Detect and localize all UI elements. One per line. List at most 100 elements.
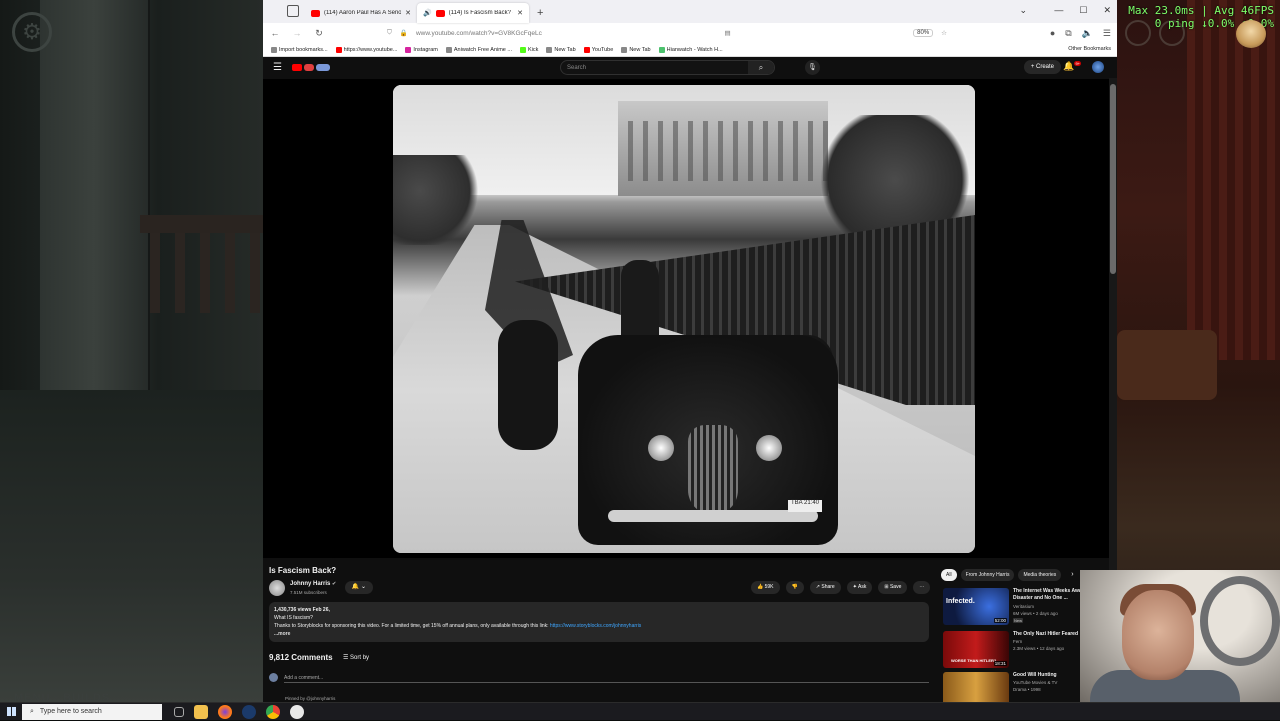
- subscribed-bell-button[interactable]: 🔔 ⌄: [345, 581, 373, 594]
- maximize-button[interactable]: ☐: [1079, 5, 1087, 16]
- sponsor-link[interactable]: https://www.storyblocks.com/johnnyharris: [550, 623, 641, 629]
- lock-icon[interactable]: 🔒: [400, 29, 408, 37]
- speaker-icon[interactable]: 🔊: [423, 9, 432, 17]
- more-actions-icon[interactable]: ⋯: [913, 581, 931, 594]
- ask-button[interactable]: ✦ Ask: [846, 581, 873, 594]
- bookmark-label[interactable]: Instagram: [413, 47, 437, 53]
- steam-icon[interactable]: [242, 704, 256, 719]
- video-player[interactable]: TBA 21:40: [263, 79, 1109, 558]
- bookmark-label[interactable]: New Tab: [629, 47, 650, 53]
- recommendation-channel[interactable]: Fern: [1013, 638, 1064, 645]
- show-more-link[interactable]: ...more: [274, 630, 924, 638]
- chevron-down-icon[interactable]: ⌄: [1019, 5, 1027, 16]
- other-bookmarks-folder[interactable]: Other Bookmarks: [1068, 46, 1111, 52]
- taskbar-search-placeholder[interactable]: Type here to search: [40, 708, 102, 715]
- tab-list-icon[interactable]: [287, 5, 299, 17]
- windows-start-icon[interactable]: [0, 703, 22, 721]
- bookmark-item[interactable]: Import bookmarks...: [271, 46, 328, 53]
- bookmark-label[interactable]: New Tab: [554, 47, 575, 53]
- create-button[interactable]: + Create: [1023, 60, 1061, 74]
- extensions-icon[interactable]: ⧉: [1065, 28, 1071, 39]
- recommendation-item[interactable]: Infected. 52:00 The Internet Was Weeks A…: [943, 588, 1107, 626]
- back-icon[interactable]: ←: [269, 28, 281, 38]
- video-motorcycle: [498, 320, 558, 450]
- description-box[interactable]: 1,430,736 views Feb 26, What IS fascism?…: [269, 602, 929, 642]
- recommendation-channel[interactable]: Veritasium: [1013, 603, 1058, 610]
- bookmark-label[interactable]: Kick: [528, 47, 538, 53]
- tab-is-fascism-back[interactable]: 🔊 (114) Is Fascism Back? - Yo ✕: [417, 3, 529, 23]
- recommendation-item[interactable]: WORSE THAN HITLER? 18:31 The Only Nazi H…: [943, 631, 1103, 669]
- tab-aaron-paul[interactable]: (114) Aaron Paul Has A Serious Yo ✕: [305, 3, 417, 23]
- bookmark-item[interactable]: Kick: [519, 46, 538, 53]
- channel-avatar[interactable]: [269, 580, 285, 596]
- audio-icon[interactable]: 🔈: [1082, 28, 1093, 39]
- reload-icon[interactable]: ↻: [313, 28, 325, 39]
- chip-from-channel[interactable]: From Johnny Harris: [960, 569, 1015, 581]
- shield-icon[interactable]: ⛉: [387, 29, 392, 37]
- bookmark-label[interactable]: Import bookmarks...: [279, 47, 328, 53]
- webcam-person-face: [1122, 590, 1194, 680]
- hamburger-menu-icon[interactable]: ☰: [273, 62, 282, 73]
- minimize-button[interactable]: —: [1054, 5, 1063, 16]
- add-comment-placeholder[interactable]: Add a comment...: [284, 675, 323, 681]
- reader-icon[interactable]: ▤: [724, 29, 730, 37]
- chip-media-theories[interactable]: Media theories: [1018, 569, 1062, 581]
- bookmark-favicon-icon: [583, 46, 590, 53]
- dislike-button[interactable]: 👎: [785, 581, 804, 594]
- address-bar[interactable]: ⛉ 🔒 www.youtube.com/watch?v=GV8KGcFqeLc …: [387, 26, 947, 41]
- bookmark-label[interactable]: YouTube: [592, 47, 614, 53]
- bookmark-label[interactable]: Hianwatch - Watch H...: [667, 47, 723, 53]
- youtube-logo[interactable]: [291, 63, 330, 71]
- recommendation-meta: Fern 2.3M views • 12 days ago: [1013, 638, 1064, 652]
- channel-name[interactable]: Johnny Harris ✔: [290, 581, 336, 587]
- account-avatar[interactable]: [1092, 61, 1104, 73]
- sort-by-button[interactable]: ☰ Sort by: [343, 654, 369, 661]
- obs-icon[interactable]: [290, 704, 304, 719]
- taskbar-apps: [174, 704, 304, 719]
- file-explorer-icon[interactable]: [194, 704, 208, 719]
- bookmark-label[interactable]: https://www.youtube...: [344, 47, 398, 53]
- search-input[interactable]: Search ⌕: [560, 60, 775, 75]
- like-button[interactable]: 👍 59K: [751, 581, 780, 594]
- notifications-bell-icon[interactable]: 🔔9+: [1063, 61, 1081, 72]
- app-menu-icon[interactable]: ☰: [1103, 28, 1111, 39]
- recommendation-thumbnail[interactable]: Infected. 52:00: [943, 588, 1009, 625]
- bookmark-favicon-icon: [658, 46, 665, 53]
- ublock-icon[interactable]: ●: [1050, 28, 1055, 39]
- microphone-icon[interactable]: 🎙: [805, 60, 820, 75]
- bookmark-item[interactable]: New Tab: [546, 46, 576, 53]
- zoom-level[interactable]: 80%: [913, 29, 934, 37]
- video-frame[interactable]: TBA 21:40: [393, 85, 975, 553]
- close-icon[interactable]: ✕: [517, 9, 523, 17]
- bookmark-item[interactable]: New Tab: [621, 46, 651, 53]
- recommendation-channel[interactable]: YouTube Movies & TV: [1013, 679, 1057, 686]
- forward-icon[interactable]: →: [291, 28, 303, 38]
- bookmark-label[interactable]: Aniwatch Free Anime ...: [454, 47, 512, 53]
- share-button[interactable]: ↗ Share: [809, 581, 841, 594]
- verified-icon: ✔: [332, 581, 337, 587]
- channel-name-text[interactable]: Johnny Harris: [290, 581, 330, 587]
- recommendation-thumbnail[interactable]: WORSE THAN HITLER? 18:31: [943, 631, 1009, 668]
- taskbar-search[interactable]: ⌕ Type here to search: [22, 703, 162, 720]
- add-comment-field[interactable]: Add a comment...: [269, 673, 929, 683]
- bookmark-item[interactable]: Aniwatch Free Anime ...: [445, 46, 512, 53]
- bookmark-item[interactable]: Instagram: [405, 46, 438, 53]
- close-icon[interactable]: ✕: [405, 9, 411, 17]
- bookmark-item[interactable]: Hianwatch - Watch H...: [658, 46, 723, 53]
- firefox-icon[interactable]: [218, 704, 232, 719]
- baluster: [150, 233, 160, 313]
- chrome-icon[interactable]: [266, 704, 280, 719]
- like-count: 59K: [764, 584, 774, 590]
- star-icon[interactable]: ☆: [941, 29, 947, 37]
- task-view-icon[interactable]: [174, 706, 184, 717]
- scrollbar-thumb[interactable]: [1110, 84, 1116, 274]
- new-tab-button[interactable]: +: [537, 7, 543, 23]
- bookmark-item[interactable]: YouTube: [583, 46, 614, 53]
- save-button[interactable]: ⊞ Save: [878, 581, 908, 594]
- chip-all[interactable]: All: [941, 569, 957, 581]
- bookmark-item[interactable]: https://www.youtube...: [335, 46, 398, 53]
- url-text[interactable]: www.youtube.com/watch?v=GV8KGcFqeLc: [416, 30, 542, 37]
- chevron-right-icon[interactable]: ›: [1071, 569, 1073, 581]
- search-icon[interactable]: ⌕: [748, 61, 774, 74]
- close-window-button[interactable]: ✕: [1103, 5, 1111, 16]
